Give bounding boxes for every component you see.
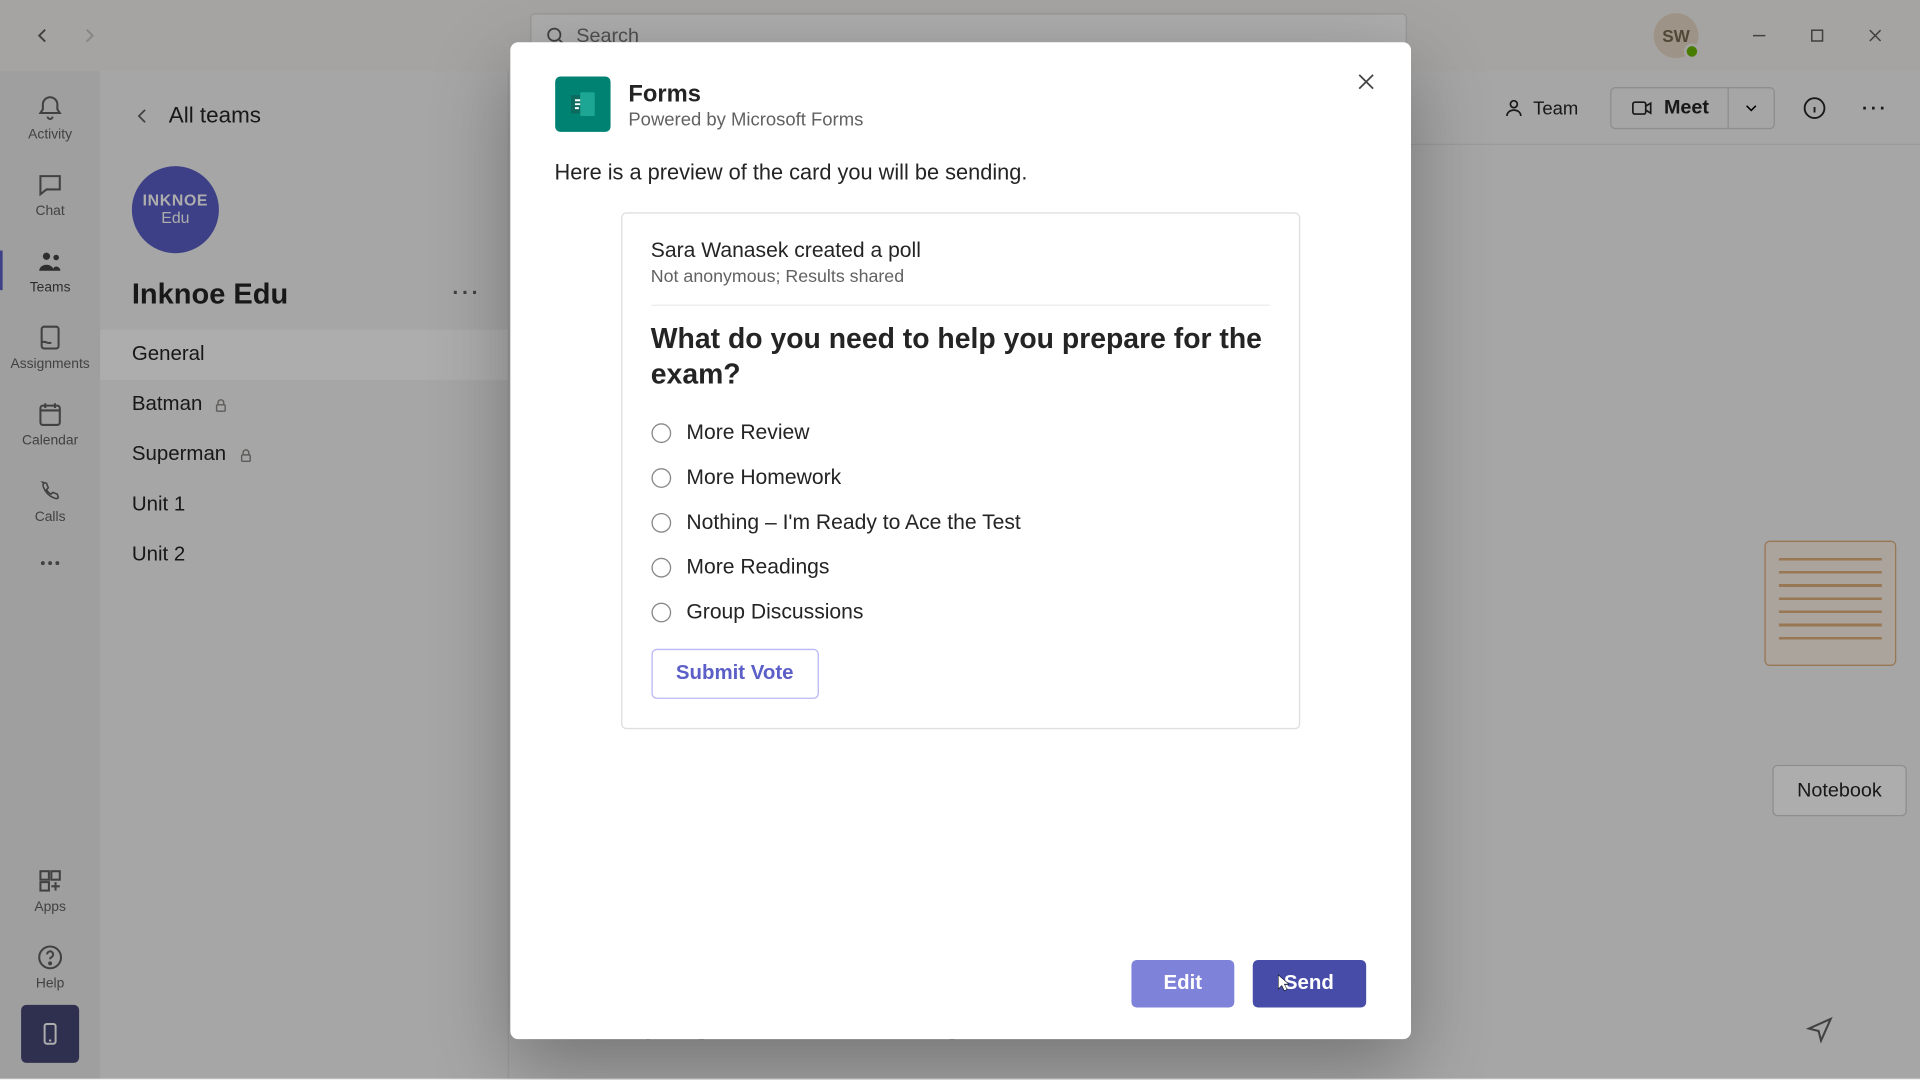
forms-preview-modal: Forms Powered by Microsoft Forms Here is… [510,42,1411,1039]
modal-title: Forms [628,80,863,108]
poll-option[interactable]: More Review [651,411,1269,456]
poll-option-label: Group Discussions [686,601,863,625]
poll-option-label: Nothing – I'm Ready to Ace the Test [686,511,1020,535]
mouse-cursor-icon [1273,971,1294,997]
poll-option-label: More Review [686,422,809,446]
submit-vote-button[interactable]: Submit Vote [651,648,819,698]
poll-option-label: More Homework [686,466,841,490]
poll-option-label: More Readings [686,556,829,580]
poll-option[interactable]: Nothing – I'm Ready to Ace the Test [651,501,1269,546]
poll-card-preview: Sara Wanasek created a poll Not anonymou… [620,212,1299,729]
forms-app-icon [555,76,610,131]
send-button[interactable]: Send [1252,960,1365,1007]
poll-creator-line: Sara Wanasek created a poll [651,240,1269,264]
poll-option[interactable]: More Homework [651,456,1269,501]
modal-subtitle: Powered by Microsoft Forms [628,107,863,128]
radio-icon [651,513,671,533]
radio-icon [651,603,671,623]
radio-icon [651,558,671,578]
modal-overlay: Forms Powered by Microsoft Forms Here is… [0,0,1920,1079]
poll-meta-line: Not anonymous; Results shared [651,266,1269,286]
radio-icon [651,468,671,488]
modal-intro-text: Here is a preview of the card you will b… [555,161,1366,186]
poll-option[interactable]: Group Discussions [651,590,1269,635]
poll-question: What do you need to help you prepare for… [651,322,1269,393]
poll-option[interactable]: More Readings [651,546,1269,591]
edit-button[interactable]: Edit [1132,960,1234,1007]
radio-icon [651,424,671,444]
modal-close-button[interactable] [1344,61,1386,103]
